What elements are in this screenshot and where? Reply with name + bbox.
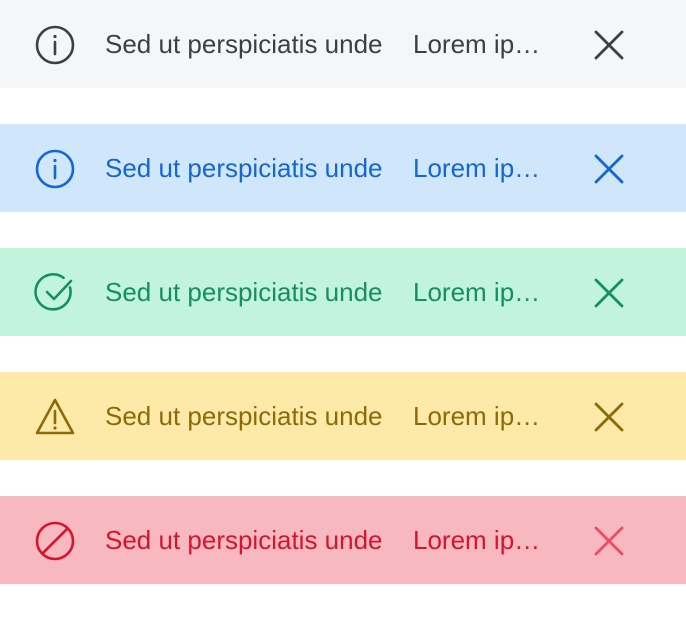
prohibited-icon	[34, 520, 76, 562]
alert-danger: Sed ut perspiciatis unde Lorem ipsum dol…	[0, 496, 686, 584]
alert-info: Sed ut perspiciatis unde Lorem ipsum dol…	[0, 124, 686, 212]
alert-title: Sed ut perspiciatis unde	[105, 277, 383, 307]
info-icon	[34, 24, 76, 66]
close-icon[interactable]	[588, 272, 630, 314]
check-circle-icon	[34, 272, 76, 314]
alert-message: Lorem ipsum dolor sit amet	[413, 277, 553, 307]
alert-success: Sed ut perspiciatis unde Lorem ipsum dol…	[0, 248, 686, 336]
alert-neutral: Sed ut perspiciatis unde Lorem ipsum dol…	[0, 0, 686, 88]
close-icon[interactable]	[588, 396, 630, 438]
alert-message: Lorem ipsum dolor sit amet	[413, 401, 553, 431]
alert-title: Sed ut perspiciatis unde	[105, 153, 383, 183]
close-icon[interactable]	[588, 520, 630, 562]
alert-message: Lorem ipsum dolor sit amet	[413, 153, 553, 183]
alert-message: Lorem ipsum dolor sit amet	[413, 29, 553, 59]
alert-message: Lorem ipsum dolor sit amet	[413, 525, 553, 555]
alert-warning: Sed ut perspiciatis unde Lorem ipsum dol…	[0, 372, 686, 460]
close-icon[interactable]	[588, 24, 630, 66]
alert-title: Sed ut perspiciatis unde	[105, 401, 383, 431]
info-icon	[34, 148, 76, 190]
close-icon[interactable]	[588, 148, 630, 190]
warning-triangle-icon	[34, 396, 76, 438]
alert-title: Sed ut perspiciatis unde	[105, 29, 383, 59]
alert-list: Sed ut perspiciatis unde Lorem ipsum dol…	[0, 0, 686, 618]
alert-title: Sed ut perspiciatis unde	[105, 525, 383, 555]
